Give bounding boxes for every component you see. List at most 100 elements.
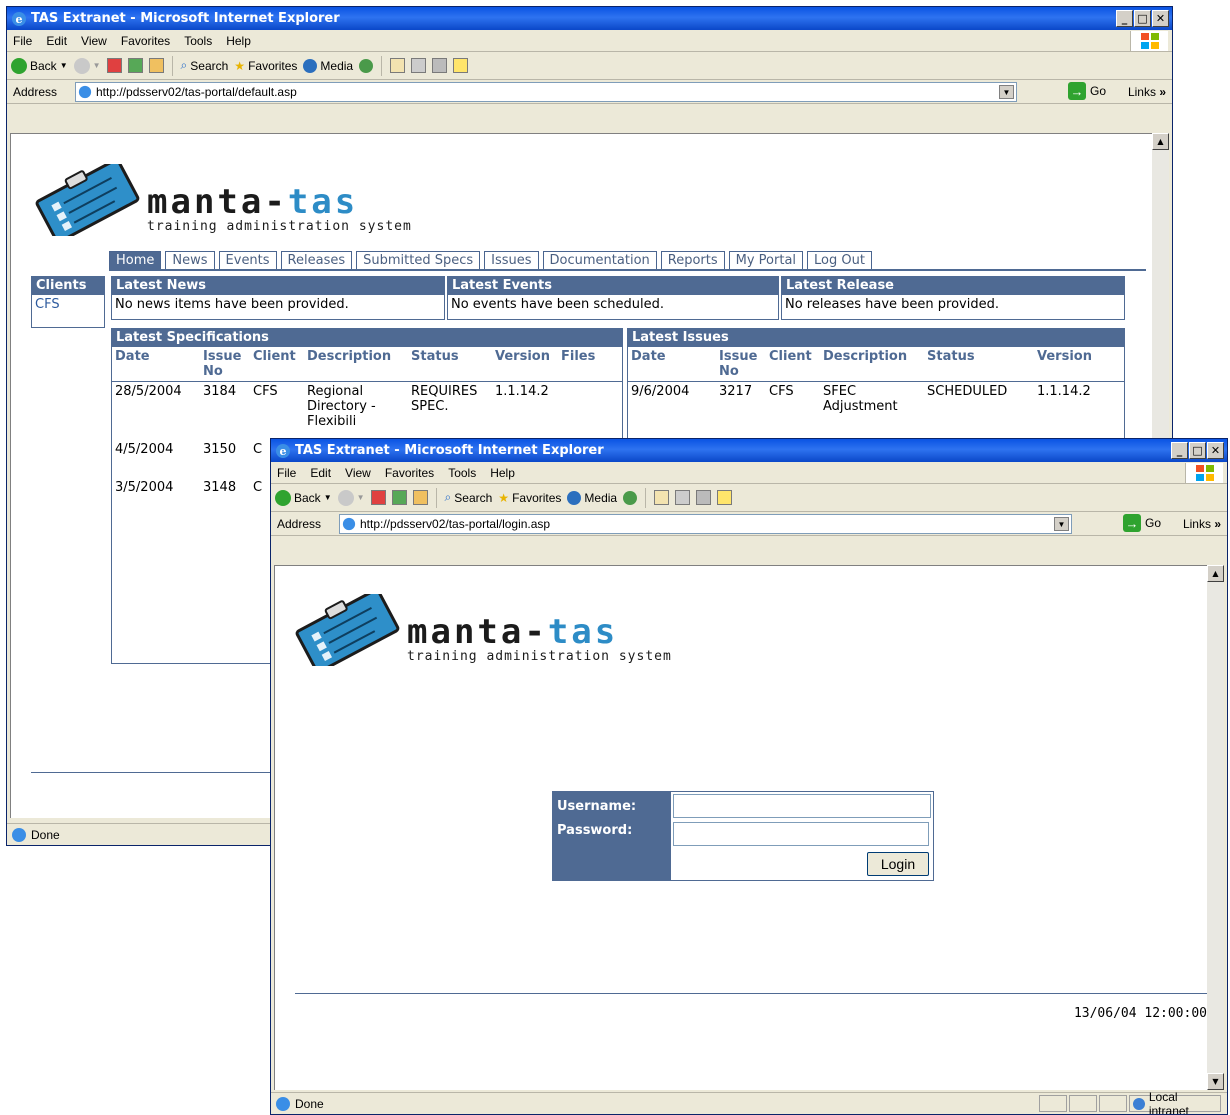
menu-edit[interactable]: Edit [46,34,67,48]
history-icon[interactable] [359,58,374,73]
print-icon[interactable] [411,58,427,73]
links-button[interactable]: Links » [1183,517,1221,531]
tab-news[interactable]: News [165,251,215,269]
back-button[interactable]: Back ▼ [275,489,332,506]
password-label: Password: [557,823,633,838]
menu-edit[interactable]: Edit [310,466,331,480]
dropdown-arrow-icon: ▼ [356,493,365,502]
security-zone: Local intranet [1129,1090,1221,1114]
tab-log-out[interactable]: Log Out [807,251,872,269]
login-button[interactable]: Login [867,852,929,876]
menu-favorites[interactable]: Favorites [121,34,170,48]
forward-button[interactable]: ▼ [337,489,365,506]
column-header: Date [631,349,666,364]
latest-specs-header: Latest Specifications [112,329,622,347]
go-arrow-icon: → [1122,514,1141,532]
address-input[interactable]: http://pdsserv02/tas-portal/default.asp … [75,82,1017,102]
search-button[interactable]: ⌕ Search [181,58,229,73]
table-row[interactable]: 9/6/2004 3217 CFS SFEC Adjustment SCHEDU… [628,382,1124,417]
column-header: Client [769,349,812,364]
toolbar-separator [435,487,437,508]
minimize-button[interactable]: _ [1171,442,1188,459]
menu-tools[interactable]: Tools [184,34,212,48]
password-input[interactable] [673,822,929,846]
media-button[interactable]: Media [567,490,617,505]
latest-events-header: Latest Events [448,277,778,295]
favorites-button[interactable]: ★ Favorites [498,491,561,505]
tab-releases[interactable]: Releases [280,251,353,269]
vertical-scrollbar[interactable]: ▲ ▼ [1207,565,1224,1090]
address-dropdown-button[interactable]: ▼ [1054,517,1069,531]
tab-reports[interactable]: Reports [660,251,725,269]
menu-view[interactable]: View [345,466,371,480]
table-row[interactable]: 28/5/2004 3184 CFS Regional Directory - … [112,382,622,440]
scroll-down-button[interactable]: ▼ [1207,1073,1224,1090]
media-button[interactable]: Media [303,58,353,73]
menu-bar: File Edit View Favorites Tools Help [271,462,1227,484]
tab-documentation[interactable]: Documentation [542,251,657,269]
tab-issues[interactable]: Issues [484,251,539,269]
back-button[interactable]: Back ▼ [11,57,68,74]
notes-icon[interactable] [453,58,469,73]
print-icon[interactable] [675,490,691,505]
links-button[interactable]: Links » [1128,85,1166,99]
client-link-cfs[interactable]: CFS [32,295,104,314]
notes-icon[interactable] [717,490,733,505]
tab-my-portal[interactable]: My Portal [728,251,804,269]
search-icon: ⌕ [444,490,452,504]
media-icon [303,58,318,73]
address-label: Address [13,84,58,99]
edit-icon[interactable] [432,58,448,73]
stop-icon[interactable] [106,58,122,73]
tab-home[interactable]: Home [109,251,162,269]
logo-subtitle: training administration system [407,649,672,664]
scroll-up-button[interactable]: ▲ [1152,133,1169,150]
refresh-icon[interactable] [391,490,407,505]
table-header-row: Date Issue No Client Description Status … [628,347,1124,382]
status-panes [1039,1095,1127,1112]
maximize-button[interactable]: □ [1189,442,1206,459]
maximize-button[interactable]: □ [1134,10,1151,27]
username-input[interactable] [673,794,931,818]
home-icon[interactable] [412,490,428,505]
address-dropdown-button[interactable]: ▼ [999,85,1014,99]
menu-file[interactable]: File [277,466,296,480]
menu-favorites[interactable]: Favorites [385,466,434,480]
menu-file[interactable]: File [13,34,32,48]
close-button[interactable]: ✕ [1207,442,1224,459]
history-icon[interactable] [623,490,638,505]
mail-icon[interactable] [654,490,670,505]
tool-bar: Back ▼ ▼ ⌕ Search ★ Favorites Media [271,484,1227,512]
latest-release-panel: Latest Release No releases have been pro… [781,276,1125,320]
status-bar: Done Local intranet [271,1090,1227,1114]
latest-release-text: No releases have been provided. [785,297,999,312]
tab-events[interactable]: Events [218,251,277,269]
close-button[interactable]: ✕ [1152,10,1169,27]
column-header: Issue No [719,349,758,379]
title-bar[interactable]: e TAS Extranet - Microsoft Internet Expl… [271,439,1227,462]
ie-icon: e [276,443,290,458]
clipboard-logo-icon [35,164,140,236]
stop-icon[interactable] [370,490,386,505]
go-button[interactable]: → Go [1122,514,1161,532]
minimize-button[interactable]: _ [1116,10,1133,27]
forward-button[interactable]: ▼ [73,57,101,74]
footer-divider [295,993,1207,994]
mail-icon[interactable] [390,58,406,73]
menu-tools[interactable]: Tools [448,466,476,480]
search-button[interactable]: ⌕ Search [445,490,493,505]
favorites-button[interactable]: ★ Favorites [234,59,297,73]
menu-help[interactable]: Help [226,34,251,48]
scroll-up-button[interactable]: ▲ [1207,565,1224,582]
refresh-icon[interactable] [127,58,143,73]
go-button[interactable]: → Go [1067,82,1106,100]
title-bar[interactable]: e TAS Extranet - Microsoft Internet Expl… [7,7,1172,30]
home-icon[interactable] [148,58,164,73]
issue-status: SCHEDULED [927,384,1008,399]
address-input[interactable]: http://pdsserv02/tas-portal/login.asp ▼ [339,514,1072,534]
menu-help[interactable]: Help [490,466,515,480]
edit-icon[interactable] [696,490,712,505]
tab-submitted-specs[interactable]: Submitted Specs [356,251,481,269]
menu-view[interactable]: View [81,34,107,48]
latest-events-panel: Latest Events No events have been schedu… [447,276,779,320]
